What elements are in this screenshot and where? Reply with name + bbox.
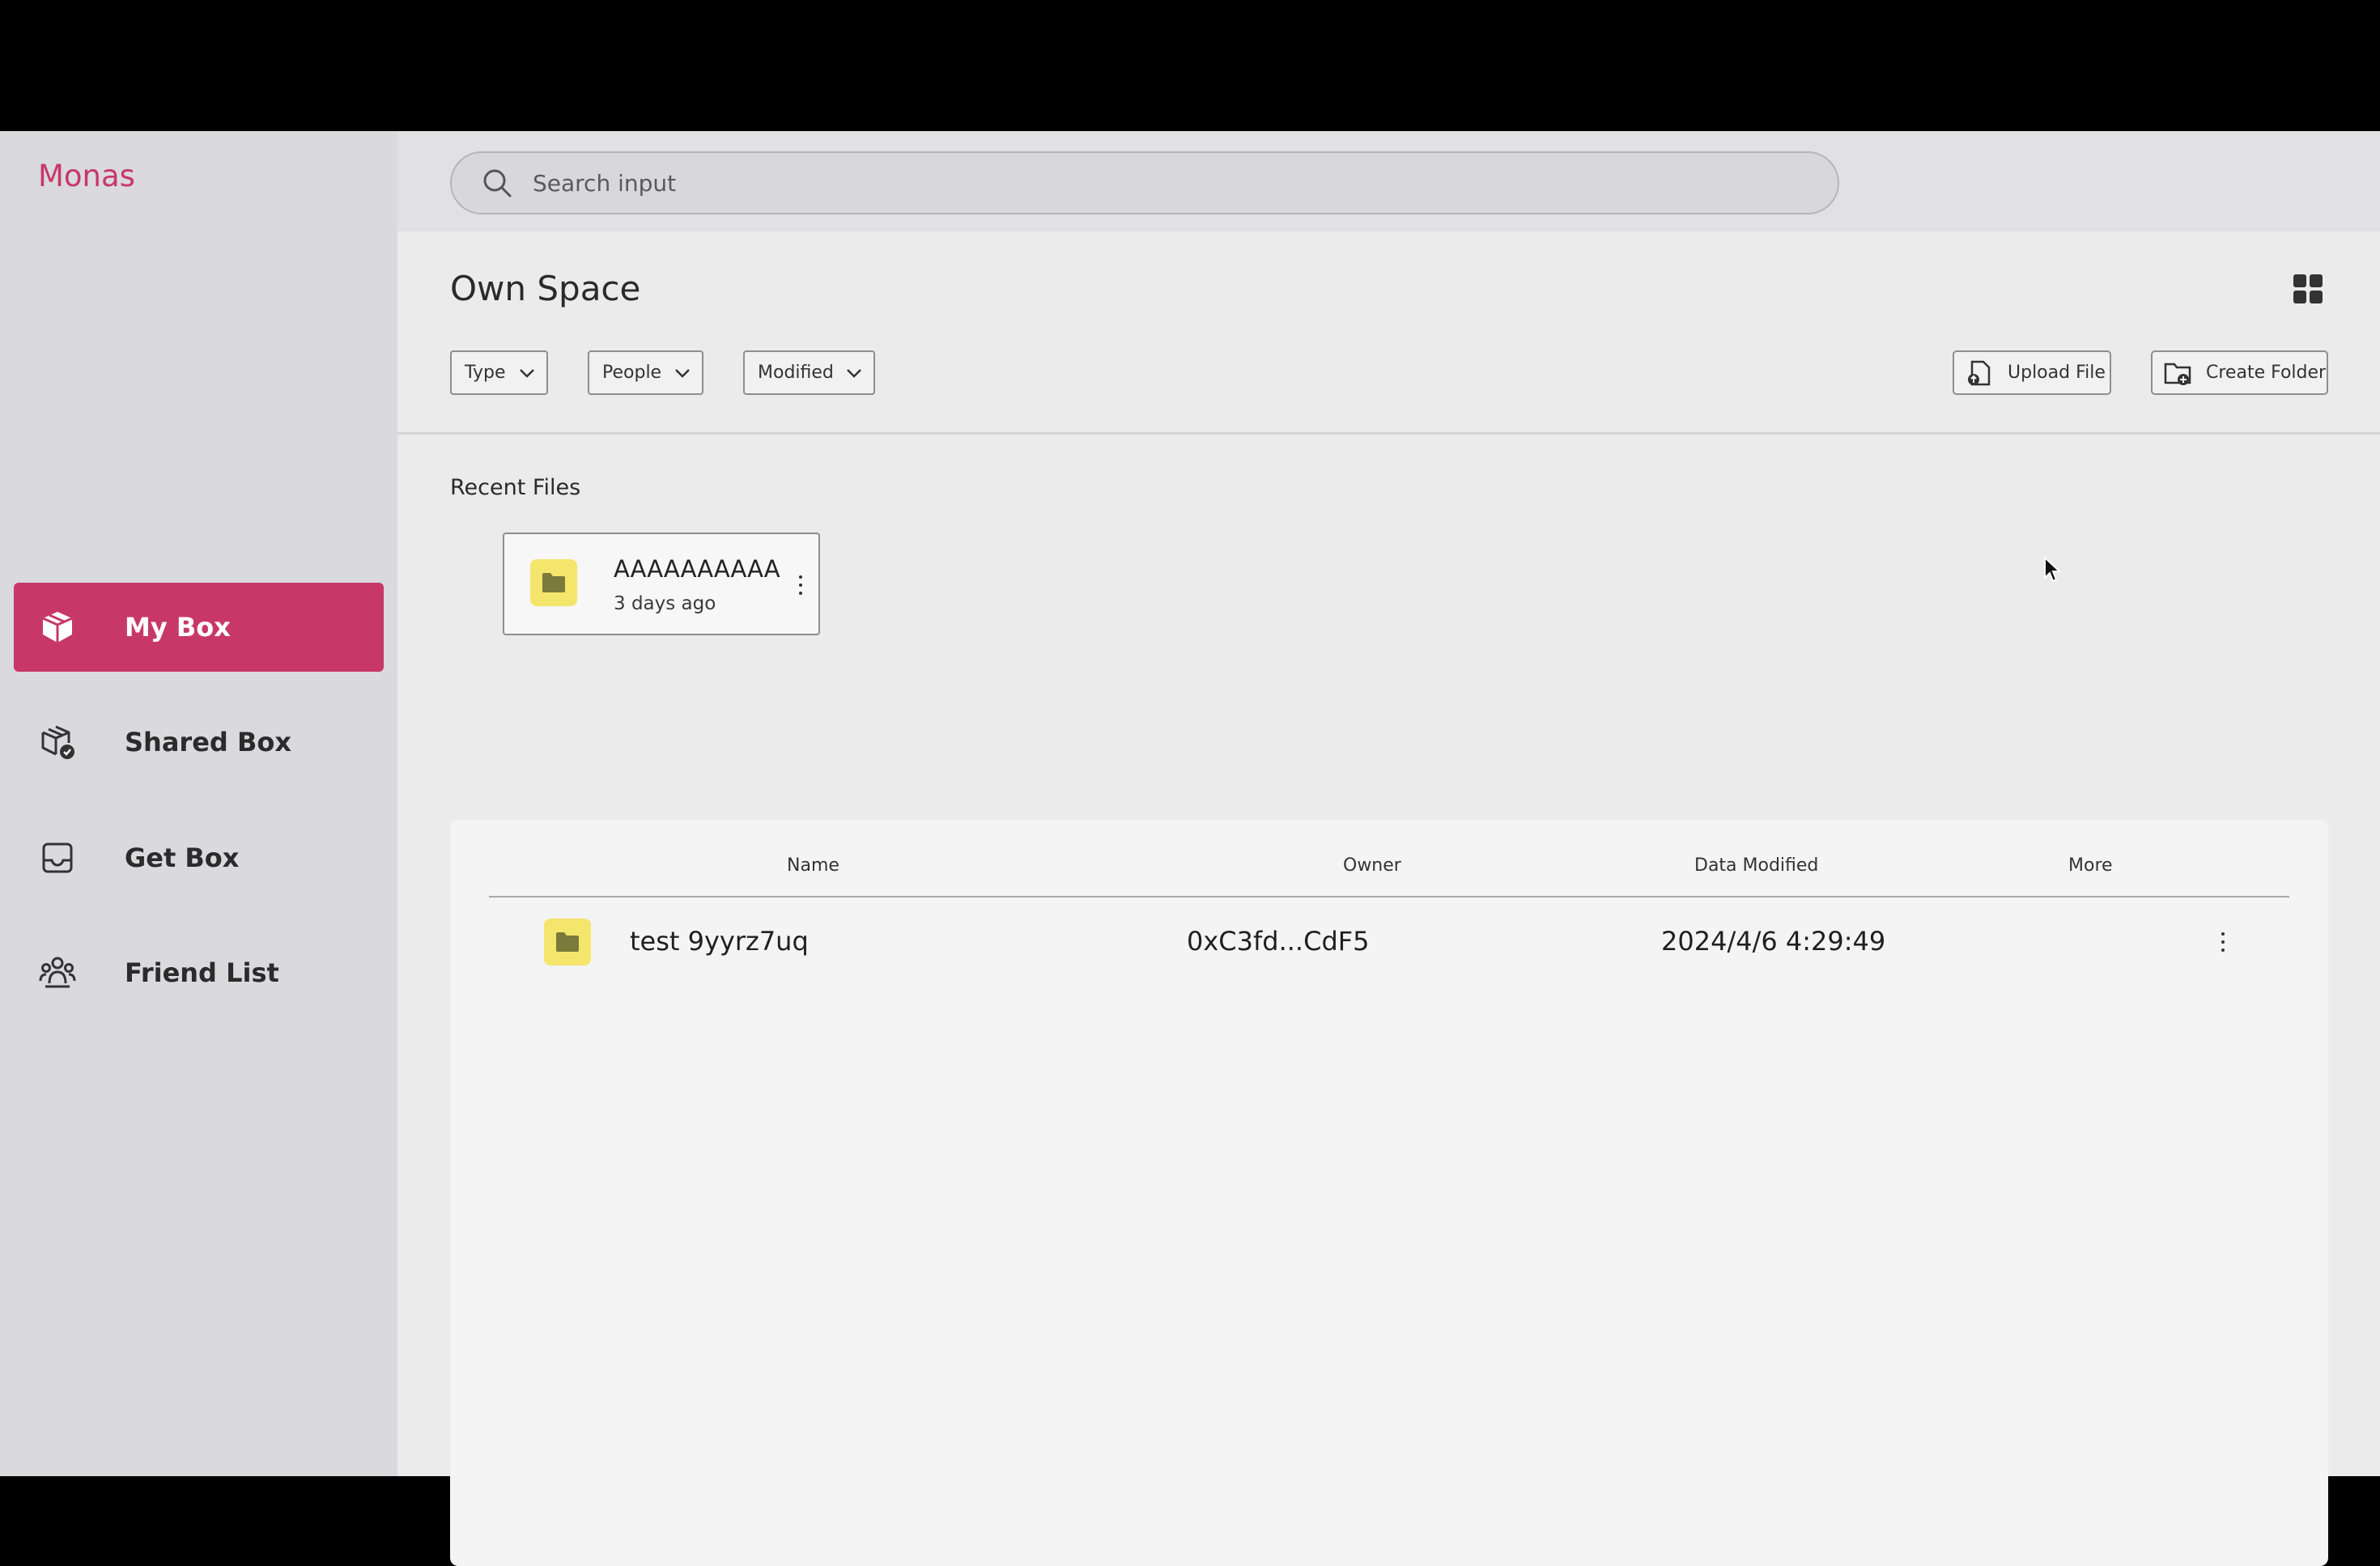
inbox-icon <box>38 838 77 877</box>
column-header-name[interactable]: Name <box>787 855 839 876</box>
filter-people[interactable]: People <box>588 350 703 395</box>
row-name: test 9yyrz7uq <box>630 926 809 957</box>
search-input[interactable] <box>533 169 1747 197</box>
row-owner: 0xC3fd...CdF5 <box>1187 926 1370 957</box>
divider <box>397 432 2380 435</box>
sidebar: Monas My Box Shared Box Get Box Friend L… <box>0 131 397 1476</box>
create-folder-icon <box>2164 359 2191 387</box>
filter-label: Modified <box>758 363 834 383</box>
folder-icon <box>530 559 577 606</box>
sidebar-item-label: Friend List <box>125 957 279 988</box>
box-icon <box>38 608 77 647</box>
grid-view-icon[interactable] <box>2293 274 2323 304</box>
sidebar-item-my-box[interactable]: My Box <box>14 583 384 672</box>
chevron-down-icon <box>844 363 864 383</box>
column-header-owner[interactable]: Owner <box>1343 855 1401 876</box>
shared-box-icon <box>38 723 77 762</box>
search-icon <box>481 167 513 199</box>
page-title: Own Space <box>450 269 641 308</box>
sidebar-item-friend-list[interactable]: Friend List <box>14 928 384 1017</box>
upload-file-label: Upload File <box>2008 363 2106 383</box>
recent-file-time: 3 days ago <box>614 593 716 614</box>
create-folder-button[interactable]: Create Folder <box>2151 350 2328 395</box>
filter-label: People <box>602 363 662 383</box>
search-bar[interactable] <box>450 151 1839 214</box>
table-row[interactable]: test 9yyrz7uq 0xC3fd...CdF5 2024/4/6 4:2… <box>450 898 2328 987</box>
sidebar-item-label: Get Box <box>125 842 240 873</box>
row-modified: 2024/4/6 4:29:49 <box>1661 926 1886 957</box>
recent-file-card[interactable]: AAAAAAAAAA 3 days ago <box>503 533 820 635</box>
file-table: Name Owner Data Modified More test 9yyrz… <box>450 820 2328 1566</box>
filter-modified[interactable]: Modified <box>743 350 875 395</box>
recent-file-name: AAAAAAAAAA <box>614 555 780 583</box>
friends-icon <box>38 953 77 992</box>
app-window: Monas My Box Shared Box Get Box Friend L… <box>0 131 2380 1566</box>
chevron-down-icon <box>517 363 537 383</box>
column-header-more: More <box>2068 855 2113 876</box>
upload-file-button[interactable]: Upload File <box>1953 350 2111 395</box>
chevron-down-icon <box>673 363 692 383</box>
more-options-icon[interactable] <box>2215 930 2231 954</box>
sidebar-item-get-box[interactable]: Get Box <box>14 813 384 902</box>
sidebar-item-label: Shared Box <box>125 727 291 758</box>
sidebar-item-shared-box[interactable]: Shared Box <box>14 698 384 787</box>
upload-file-icon <box>1966 359 1993 387</box>
more-options-icon[interactable] <box>793 573 809 597</box>
filter-type[interactable]: Type <box>450 350 548 395</box>
filter-label: Type <box>465 363 506 383</box>
logo: Monas <box>38 159 135 193</box>
create-folder-label: Create Folder <box>2206 363 2327 383</box>
sidebar-item-label: My Box <box>125 612 231 643</box>
column-header-modified[interactable]: Data Modified <box>1694 855 1818 876</box>
folder-icon <box>544 919 591 965</box>
mouse-cursor-icon <box>2044 556 2062 583</box>
recent-files-title: Recent Files <box>450 475 581 500</box>
top-bar <box>397 131 2380 231</box>
